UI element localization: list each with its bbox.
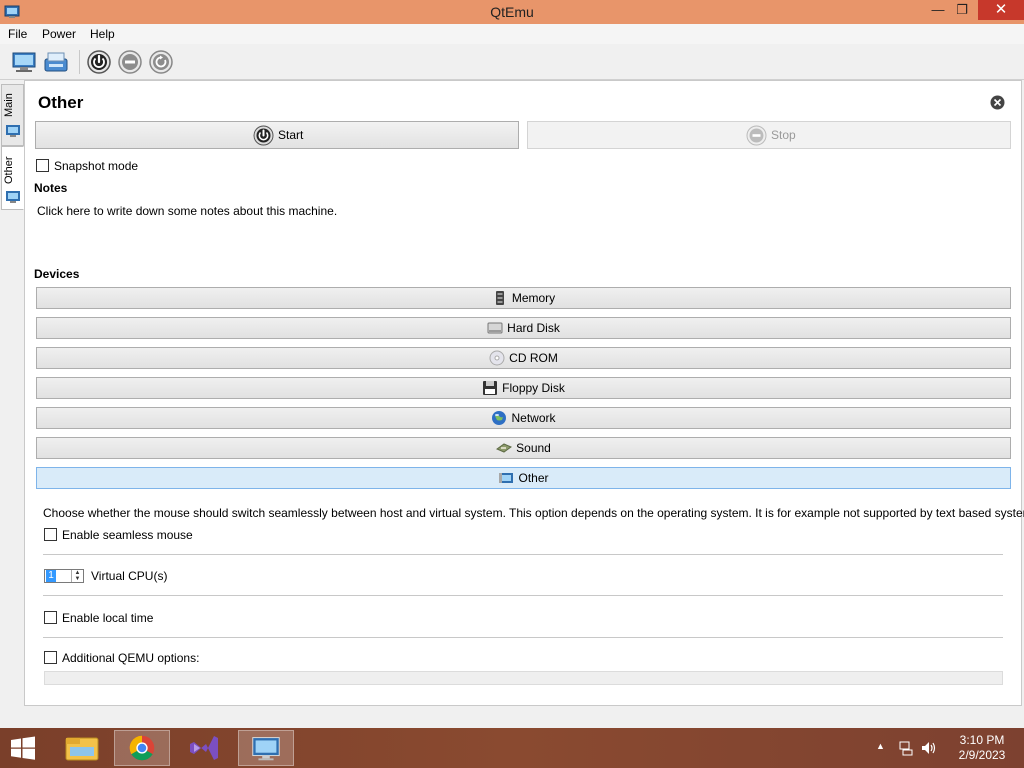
tab-main-label: Main xyxy=(3,93,15,117)
device-label: Floppy Disk xyxy=(502,381,565,395)
start-button[interactable]: Start xyxy=(35,121,519,149)
divider xyxy=(43,595,1003,596)
maximize-button[interactable]: ❐ xyxy=(948,0,976,20)
seamless-description: Choose whether the mouse should switch s… xyxy=(43,506,1024,520)
floppy-disk-icon xyxy=(483,381,498,395)
virtual-cpu-label: Virtual CPU(s) xyxy=(91,569,168,583)
windows-start-icon[interactable] xyxy=(8,736,38,760)
new-machine-icon[interactable] xyxy=(10,49,38,75)
device-label: Other xyxy=(518,471,549,485)
network-icon xyxy=(492,411,507,425)
power-on-icon[interactable] xyxy=(85,49,113,75)
page-title: Other xyxy=(38,93,84,112)
notes-field[interactable]: Click here to write down some notes abou… xyxy=(37,204,997,266)
menu-file[interactable]: File xyxy=(4,24,31,44)
devices-title: Devices xyxy=(34,267,80,281)
stop-label: Stop xyxy=(771,128,796,142)
title-bar: QtEmu — ❐ ✕ xyxy=(0,0,1024,24)
snapshot-mode-checkbox[interactable] xyxy=(36,159,49,172)
machine-icon xyxy=(6,125,20,137)
show-hidden-icons-icon[interactable]: ▲ xyxy=(876,741,885,768)
snapshot-mode-label: Snapshot mode xyxy=(54,159,139,173)
network-status-icon[interactable] xyxy=(898,740,914,756)
local-time-label: Enable local time xyxy=(62,611,154,625)
divider xyxy=(43,554,1003,555)
power-off-icon xyxy=(746,125,767,146)
clock[interactable]: 3:10 PM 2/9/2023 xyxy=(952,733,1012,763)
menu-help[interactable]: Help xyxy=(86,24,119,44)
close-window-button[interactable]: ✕ xyxy=(978,0,1024,20)
power-off-icon[interactable] xyxy=(116,49,144,75)
device-label: Memory xyxy=(511,291,556,305)
clock-time: 3:10 PM xyxy=(959,733,1005,747)
window-title: QtEmu xyxy=(490,4,534,20)
device-label: Hard Disk xyxy=(507,321,560,335)
power-on-icon xyxy=(253,125,274,146)
spin-arrows[interactable]: ▲ ▼ xyxy=(71,570,83,582)
device-memory-button[interactable]: Memory xyxy=(36,287,1011,309)
cd-rom-icon xyxy=(489,350,505,366)
menu-power[interactable]: Power xyxy=(38,24,80,44)
clock-date: 2/9/2023 xyxy=(958,748,1006,762)
tab-main[interactable]: Main xyxy=(1,84,24,146)
menu-bar: File Power Help xyxy=(0,24,1024,44)
other-icon xyxy=(499,473,514,483)
chrome-icon[interactable] xyxy=(114,730,170,766)
divider xyxy=(43,637,1003,638)
memory-icon xyxy=(495,291,504,305)
device-floppy-disk-button[interactable]: Floppy Disk xyxy=(36,377,1011,399)
side-tab-bar: Main Other xyxy=(0,80,24,710)
device-other-button[interactable]: Other xyxy=(36,467,1011,489)
volume-icon[interactable] xyxy=(920,740,938,756)
device-network-button[interactable]: Network xyxy=(36,407,1011,429)
tab-other-label: Other xyxy=(3,156,15,184)
qemu-options-label: Additional QEMU options: xyxy=(62,651,200,665)
virtual-cpu-value[interactable]: 1 xyxy=(46,570,56,582)
device-label: Sound xyxy=(516,441,551,455)
tab-other[interactable]: Other xyxy=(1,146,24,210)
close-tab-icon[interactable] xyxy=(990,95,1005,110)
device-hard-disk-button[interactable]: Hard Disk xyxy=(36,317,1011,339)
restart-icon[interactable] xyxy=(147,49,175,75)
machine-panel: Other Start Stop Snapshot mode Notes Cli… xyxy=(24,80,1024,706)
virtual-cpu-spinbox[interactable]: 1 ▲ ▼ xyxy=(44,569,84,583)
qtemu-icon[interactable] xyxy=(238,730,294,766)
seamless-mouse-label: Enable seamless mouse xyxy=(62,528,193,542)
visual-studio-icon[interactable] xyxy=(176,730,232,766)
device-label: CD ROM xyxy=(509,351,558,365)
device-sound-button[interactable]: Sound xyxy=(36,437,1011,459)
toolbar xyxy=(0,44,1024,80)
start-label: Start xyxy=(278,128,304,142)
machine-icon xyxy=(6,191,20,203)
device-cd-rom-button[interactable]: CD ROM xyxy=(36,347,1011,369)
qemu-options-input[interactable] xyxy=(44,671,1003,685)
toolbar-separator xyxy=(79,50,80,74)
hard-disk-icon xyxy=(487,322,503,334)
taskbar: ▲ 3:10 PM 2/9/2023 xyxy=(0,728,1024,768)
stop-button[interactable]: Stop xyxy=(527,121,1011,149)
qemu-options-checkbox[interactable] xyxy=(44,651,57,664)
sound-icon xyxy=(496,443,513,453)
open-machine-icon[interactable] xyxy=(42,49,70,75)
file-explorer-icon[interactable] xyxy=(54,730,110,766)
local-time-checkbox[interactable] xyxy=(44,611,57,624)
device-label: Network xyxy=(511,411,556,425)
seamless-mouse-checkbox[interactable] xyxy=(44,528,57,541)
notes-title: Notes xyxy=(34,181,68,195)
